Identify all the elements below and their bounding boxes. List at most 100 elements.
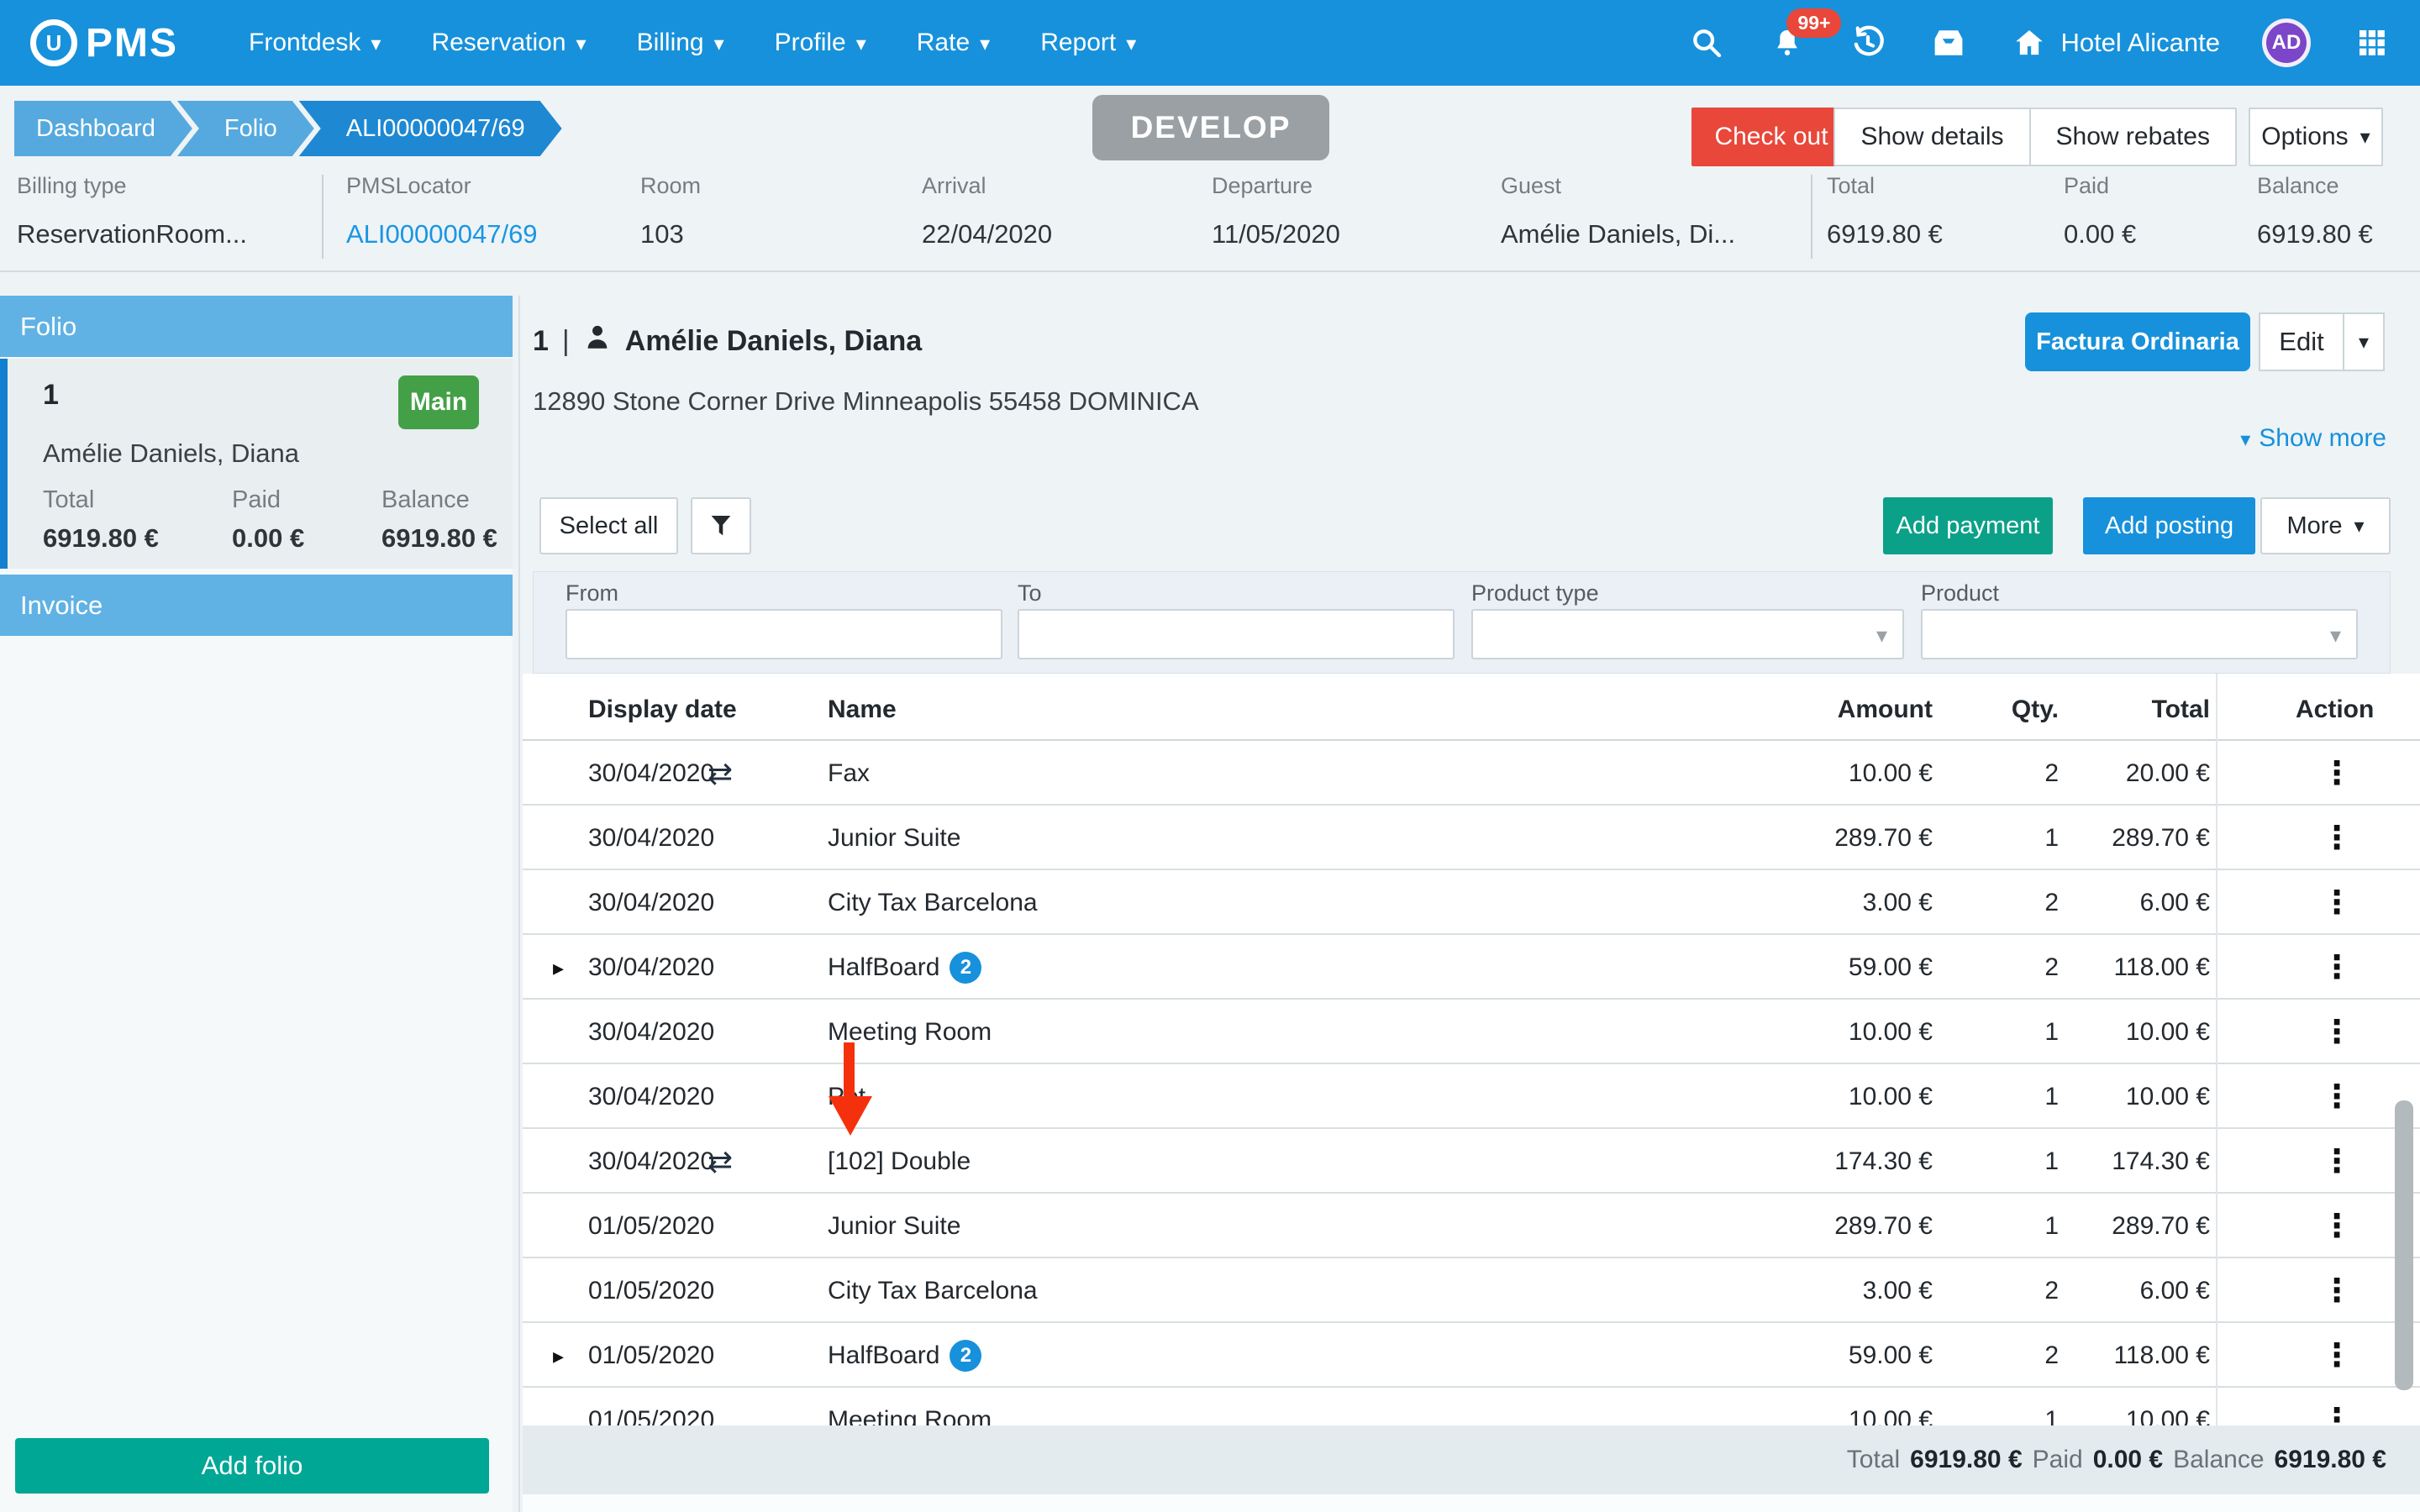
table-row[interactable]: 30/04/2020 Pet 10.00 € 1 10.00 € bbox=[523, 1064, 2420, 1129]
row-actions-kebab-icon[interactable] bbox=[2321, 1142, 2353, 1180]
navbar-menu[interactable]: Rate bbox=[892, 0, 1015, 86]
breadcrumb-item[interactable]: Folio bbox=[177, 101, 314, 156]
table-row[interactable]: 30/04/2020 Junior Suite 289.70 € 1 289.7… bbox=[523, 806, 2420, 870]
filter-from-input[interactable] bbox=[566, 609, 1002, 659]
table-row[interactable]: 30/04/2020 HalfBoard 2 59.00 € 2 118.00 … bbox=[523, 935, 2420, 1000]
navbar-menu[interactable]: Reservation bbox=[406, 0, 611, 86]
options-button[interactable]: Options bbox=[2249, 108, 2383, 166]
balance-field: Balance 6919.80 € bbox=[2257, 173, 2373, 249]
expand-row-icon[interactable] bbox=[553, 1343, 564, 1369]
table-row[interactable]: 30/04/2020 City Tax Barcelona 3.00 € 2 6… bbox=[523, 870, 2420, 935]
breadcrumb-item[interactable]: ALI00000047/69 bbox=[299, 101, 562, 156]
breadcrumb-item[interactable]: Dashboard bbox=[14, 101, 192, 156]
show-rebates-button[interactable]: Show rebates bbox=[2029, 109, 2235, 165]
departure-label: Departure bbox=[1212, 173, 1340, 199]
edit-dropdown-caret-icon[interactable] bbox=[2343, 314, 2383, 370]
edit-button[interactable]: Edit bbox=[2260, 314, 2343, 370]
add-folio-button[interactable]: Add folio bbox=[15, 1438, 489, 1494]
row-actions-kebab-icon[interactable] bbox=[2321, 1272, 2353, 1310]
row-actions-kebab-icon[interactable] bbox=[2321, 1013, 2353, 1051]
navbar-menu[interactable]: Profile bbox=[750, 0, 892, 86]
navbar-menu[interactable]: Frontdesk bbox=[224, 0, 406, 86]
table-row[interactable]: 30/04/2020 Fax 10.00 € 2 20.00 € bbox=[523, 741, 2420, 806]
notifications-count-badge: 99+ bbox=[1786, 8, 1841, 38]
row-actions-kebab-icon[interactable] bbox=[2321, 1336, 2353, 1374]
show-details-button[interactable]: Show details bbox=[1835, 109, 2028, 165]
row-total: 20.00 € bbox=[2126, 759, 2210, 788]
search-icon[interactable] bbox=[1687, 24, 1726, 62]
row-display-date: 30/04/2020 bbox=[588, 1018, 714, 1047]
filter-product-type-select[interactable] bbox=[1471, 609, 1904, 659]
red-arrow-annotation bbox=[828, 1042, 873, 1137]
vertical-scrollbar-thumb[interactable] bbox=[2395, 1100, 2413, 1390]
navbar-menu[interactable]: Billing bbox=[612, 0, 750, 86]
expand-row-icon[interactable] bbox=[553, 955, 564, 981]
row-actions-kebab-icon[interactable] bbox=[2321, 1207, 2353, 1245]
table-row[interactable]: 30/04/2020 [102] Double 174.30 € 1 174.3… bbox=[523, 1129, 2420, 1194]
arrival-label: Arrival bbox=[922, 173, 1052, 199]
pms-locator-link[interactable]: ALI00000047/69 bbox=[346, 219, 538, 249]
row-display-date: 30/04/2020 bbox=[588, 824, 714, 853]
table-row[interactable]: 01/05/2020 HalfBoard 2 59.00 € 2 118.00 … bbox=[523, 1323, 2420, 1388]
row-actions-kebab-icon[interactable] bbox=[2321, 1078, 2353, 1116]
table-row[interactable]: 30/04/2020 Meeting Room 10.00 € 1 10.00 … bbox=[523, 1000, 2420, 1064]
filter-button[interactable] bbox=[691, 497, 751, 554]
sidebar-invoice-header[interactable]: Invoice bbox=[0, 575, 513, 636]
caret-down-icon bbox=[360, 29, 381, 57]
filter-from-label: From bbox=[566, 580, 618, 606]
row-amount: 10.00 € bbox=[1849, 1083, 1933, 1111]
table-row[interactable]: 01/05/2020 Meeting Room 10.00 € 1 10.00 … bbox=[523, 1388, 2420, 1425]
row-display-date: 01/05/2020 bbox=[588, 1277, 714, 1305]
folio-balance-label: Balance bbox=[381, 486, 470, 514]
row-actions-kebab-icon[interactable] bbox=[2321, 948, 2353, 986]
filter-product-type-label: Product type bbox=[1471, 580, 1599, 606]
property-selector[interactable]: Hotel Alicante bbox=[2010, 24, 2220, 62]
select-all-button[interactable]: Select all bbox=[539, 497, 678, 554]
brand-logo[interactable]: U PMS bbox=[30, 19, 178, 66]
table-row[interactable]: 01/05/2020 Junior Suite 289.70 € 1 289.7… bbox=[523, 1194, 2420, 1258]
environment-badge: DEVELOP bbox=[1092, 95, 1329, 160]
avatar[interactable]: AD bbox=[2262, 18, 2311, 67]
table-row[interactable]: 01/05/2020 City Tax Barcelona 3.00 € 2 6… bbox=[523, 1258, 2420, 1323]
row-actions-kebab-icon[interactable] bbox=[2321, 819, 2353, 857]
col-header-display-date: Display date bbox=[588, 696, 737, 724]
row-display-date: 30/04/2020 bbox=[588, 1083, 714, 1111]
show-more-link[interactable]: Show more bbox=[2240, 424, 2386, 453]
edit-split-button: Edit bbox=[2259, 312, 2385, 371]
row-display-date: 01/05/2020 bbox=[588, 1212, 714, 1241]
invoice-type-button[interactable]: Factura Ordinaria bbox=[2025, 312, 2250, 371]
row-actions-kebab-icon[interactable] bbox=[2321, 884, 2353, 921]
row-amount: 10.00 € bbox=[1849, 1406, 1933, 1425]
row-qty: 1 bbox=[2044, 1406, 2059, 1425]
row-amount: 3.00 € bbox=[1863, 889, 1933, 917]
filter-to-input[interactable] bbox=[1018, 609, 1455, 659]
add-payment-button[interactable]: Add payment bbox=[1883, 497, 2053, 554]
navbar-menu[interactable]: Report bbox=[1015, 0, 1161, 86]
check-out-button[interactable]: Check out bbox=[1691, 108, 1851, 166]
filter-product-select[interactable] bbox=[1921, 609, 2358, 659]
navbar-menu-label: Billing bbox=[637, 29, 704, 57]
row-actions-kebab-icon[interactable] bbox=[2321, 1401, 2353, 1425]
row-qty: 1 bbox=[2044, 1018, 2059, 1047]
postings-filter-bar: From To Product type Product bbox=[533, 571, 2391, 674]
billing-type-value: ReservationRoom... bbox=[17, 219, 247, 249]
apps-grid-icon[interactable] bbox=[2353, 24, 2391, 62]
transfer-icon bbox=[708, 756, 733, 791]
history-icon[interactable] bbox=[1849, 24, 1887, 62]
row-display-date: 30/04/2020 bbox=[588, 759, 714, 788]
balance-label: Balance bbox=[2257, 173, 2373, 199]
row-qty: 1 bbox=[2044, 1212, 2059, 1241]
row-actions-kebab-icon[interactable] bbox=[2321, 754, 2353, 792]
sidebar-folio-header[interactable]: Folio bbox=[0, 296, 513, 357]
folio-card[interactable]: 1 Main Amélie Daniels, Diana Total Paid … bbox=[0, 359, 513, 569]
more-button[interactable]: More bbox=[2260, 497, 2391, 554]
separator: | bbox=[562, 325, 570, 358]
show-buttons-group: Show details Show rebates bbox=[1833, 108, 2237, 166]
col-header-amount: Amount bbox=[1838, 696, 1933, 724]
row-total: 10.00 € bbox=[2126, 1018, 2210, 1047]
navbar-menu-label: Rate bbox=[917, 29, 970, 57]
add-posting-button[interactable]: Add posting bbox=[2083, 497, 2255, 554]
inbox-icon[interactable] bbox=[1929, 24, 1968, 62]
filter-product-label: Product bbox=[1921, 580, 1999, 606]
notifications-bell-icon[interactable]: 99+ bbox=[1768, 24, 1807, 62]
